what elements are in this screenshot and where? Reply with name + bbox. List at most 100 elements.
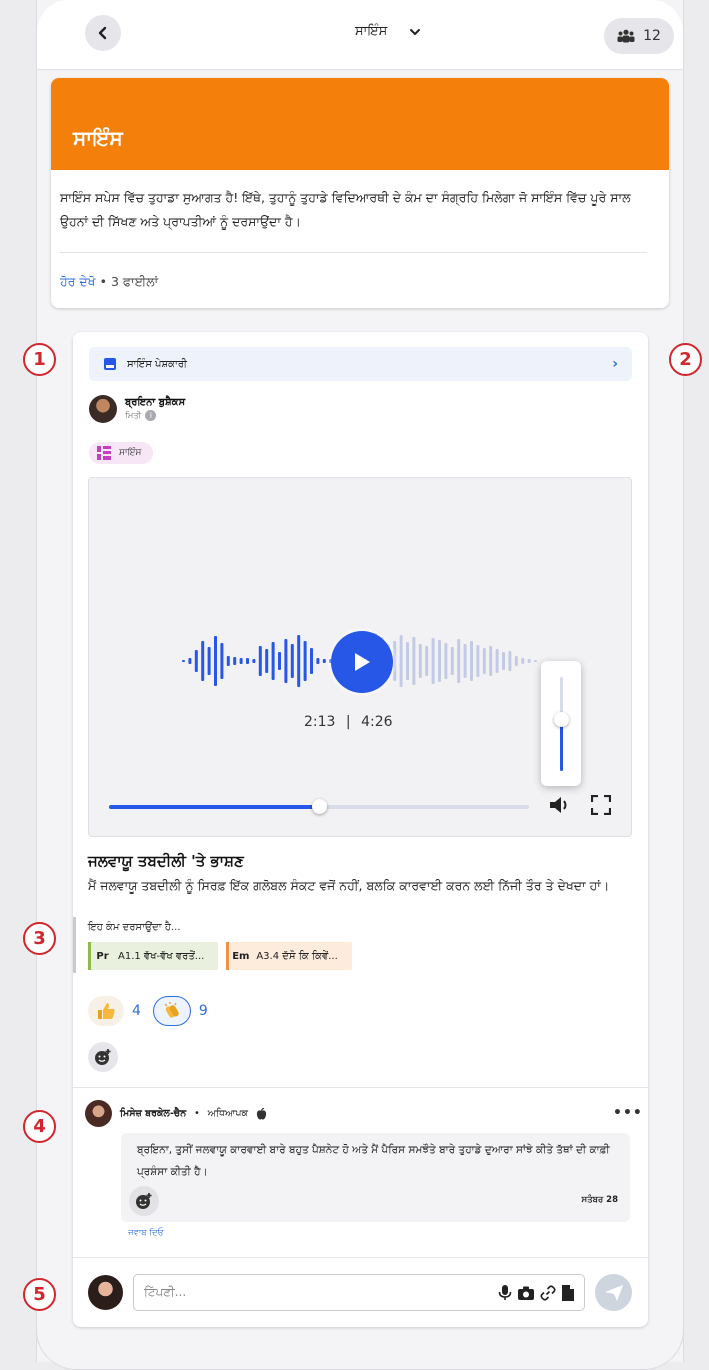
group-icon (617, 29, 635, 43)
space-header-card: ਸਾਇੰਸ ਸਾਇੰਸ ਸਪੇਸ ਵਿੱਚ ਤੁਹਾਡਾ ਸੁਆਗਤ ਹੈ! ਇ… (51, 78, 669, 308)
waveform-bar (246, 658, 249, 664)
waveform-bar (265, 649, 269, 673)
skill-chip[interactable]: Pr A1.1 ਵੱਖ-ਵੱਖ ਵਰਤੋਂ... (88, 942, 219, 970)
volume-fill (560, 719, 563, 771)
commenter-role: ਅਧਿਆਪਕ (207, 1108, 248, 1119)
waveform-bar (194, 650, 198, 672)
post-title: ਜਲਵਾਯੂ ਤਬਦੀਲੀ 'ਤੇ ਭਾਸ਼ਣ (88, 852, 244, 870)
waveform-bar (188, 658, 192, 664)
divider (60, 252, 647, 253)
post-date: ਮਿਤੀ (125, 410, 142, 421)
volume-icon[interactable] (549, 795, 571, 815)
waveform-bar (322, 659, 326, 663)
waveform-bar (534, 660, 537, 662)
link-icon[interactable] (540, 1284, 556, 1301)
waveform-bar (399, 635, 403, 687)
author-name: ਬ੍ਰਇਨਾ ਬੁਸ਼ੈਕਸ (125, 397, 186, 408)
emoji-add-icon (136, 1193, 152, 1209)
annotation-badge: 3 (23, 922, 56, 955)
file-icon[interactable] (562, 1284, 574, 1301)
waveform-bar (527, 659, 531, 663)
volume-handle[interactable] (554, 712, 569, 728)
total-time: 4:26 (361, 714, 393, 730)
author-avatar[interactable] (89, 395, 117, 423)
waveform-bar (220, 643, 224, 679)
reply-link[interactable]: ਜਵਾਬ ਦਿਓ (128, 1228, 164, 1238)
send-button[interactable] (595, 1274, 632, 1311)
back-button[interactable] (85, 15, 121, 51)
reaction-thumbs-up[interactable] (88, 996, 124, 1026)
reactions: 4 9 (88, 996, 212, 1026)
waveform-bar (495, 649, 499, 673)
info-icon[interactable]: i (145, 410, 157, 421)
waveform-bar (290, 644, 294, 678)
waveform-bar (508, 651, 512, 671)
send-icon (604, 1284, 623, 1301)
emoji-add-icon (95, 1049, 111, 1065)
files-link[interactable]: 3 ਫਾਈਲਾਂ (111, 274, 158, 289)
timecode: 2:13 | 4:26 (304, 714, 393, 730)
space-selector[interactable]: ਸਾਇੰਸ (355, 24, 421, 39)
grid-icon (97, 446, 111, 460)
current-user-avatar (88, 1275, 123, 1310)
waveform-bar (470, 641, 473, 681)
thumbs-up-count[interactable]: 4 (132, 1003, 141, 1019)
play-button[interactable] (331, 631, 393, 693)
skill-label: A1.1 ਵੱਖ-ਵੱਖ ਵਰਤੋਂ... (118, 950, 205, 962)
waveform-bar (233, 657, 237, 665)
chevron-down-icon (410, 28, 421, 35)
chevron-right-icon: › (612, 356, 618, 372)
camera-icon[interactable] (518, 1286, 534, 1300)
fullscreen-icon[interactable] (591, 795, 611, 815)
hero-title: ਸਾਇੰਸ (51, 78, 669, 170)
clapping-hands-icon (164, 1002, 179, 1018)
waveform-bar (201, 641, 205, 681)
waveform-bar (214, 636, 217, 686)
top-bar: ਸਾਇੰਸ 12 (37, 0, 683, 70)
comment-text: ਬ੍ਰਇਨਾ, ਤੁਸੀਂ ਜਲਵਾਯੂ ਕਾਰਵਾਈ ਬਾਰੇ ਬਹੁਤ ਪੈ… (137, 1144, 610, 1178)
waveform-bar (252, 659, 256, 663)
skill-abbr: Pr (88, 942, 110, 970)
see-more-link[interactable]: ਹੋਰ ਦੇਖੋ (60, 274, 96, 289)
comment-add-reaction-button[interactable] (129, 1186, 159, 1216)
skill-label: A3.4 ਦੱਸੋ ਕਿ ਕਿਵੇਂ... (256, 950, 338, 962)
commenter-avatar[interactable] (85, 1100, 112, 1127)
skill-chip[interactable]: Em A3.4 ਦੱਸੋ ਕਿ ਕਿਵੇਂ... (226, 942, 352, 970)
portfolio-link[interactable]: ਸਾਇੰਸ ਪੇਸ਼ਕਾਰੀ › (89, 347, 632, 381)
evidence-label: ਇਹ ਕੰਮ ਦਰਸਾਉਂਦਾ ਹੈ... (88, 922, 181, 933)
post-author: ਬ੍ਰਇਨਾ ਬੁਸ਼ੈਕਸ ਮਿਤੀ i (89, 395, 185, 423)
volume-slider[interactable] (554, 677, 569, 771)
annotation-badge: 2 (669, 343, 702, 376)
tag-label: ਸਾਇੰਸ (119, 448, 142, 458)
progress-bar[interactable] (109, 799, 529, 814)
waveform-bar (463, 644, 467, 678)
comment-header: ਮਿਸੇਜ਼ ਬਰਕੇਲ-ਚੈਨ • ਅਧਿਆਪਕ (85, 1100, 267, 1127)
hero-footer: ਹੋਰ ਦੇਖੋ • 3 ਫਾਈਲਾਂ (60, 274, 158, 290)
waveform-bar (418, 644, 422, 678)
waveform-bar (303, 641, 307, 681)
annotation-badge: 1 (23, 343, 56, 376)
comment-input[interactable]: ਟਿੱਪਣੀ... (133, 1274, 585, 1311)
skill-abbr: Em (226, 942, 249, 970)
divider (73, 1087, 648, 1088)
audio-player: 2:13 | 4:26 (88, 477, 632, 837)
waveform-bar (521, 658, 525, 664)
subject-tag[interactable]: ਸਾਇੰਸ (89, 442, 154, 464)
reaction-clap[interactable] (152, 996, 191, 1026)
progress-handle[interactable] (312, 799, 327, 814)
more-options-button[interactable]: ••• (613, 1105, 643, 1121)
app-frame-bottom (36, 1330, 684, 1370)
space-title: ਸਾਇੰਸ (355, 24, 388, 39)
waveform-bar (207, 647, 211, 675)
members-button[interactable]: 12 (604, 18, 674, 54)
current-time: 2:13 (304, 714, 336, 730)
commenter-name: ਮਿਸੇਜ਼ ਬਰਕੇਲ-ਚੈਨ (120, 1108, 187, 1119)
clap-count[interactable]: 9 (199, 1003, 208, 1019)
waveform-bar (412, 637, 416, 685)
waveform-bar (425, 646, 429, 676)
waveform-bar (393, 641, 397, 681)
add-reaction-button[interactable] (88, 1042, 118, 1072)
bullet: • (99, 274, 107, 289)
microphone-icon[interactable] (498, 1284, 512, 1301)
waveform-bar (182, 660, 185, 662)
